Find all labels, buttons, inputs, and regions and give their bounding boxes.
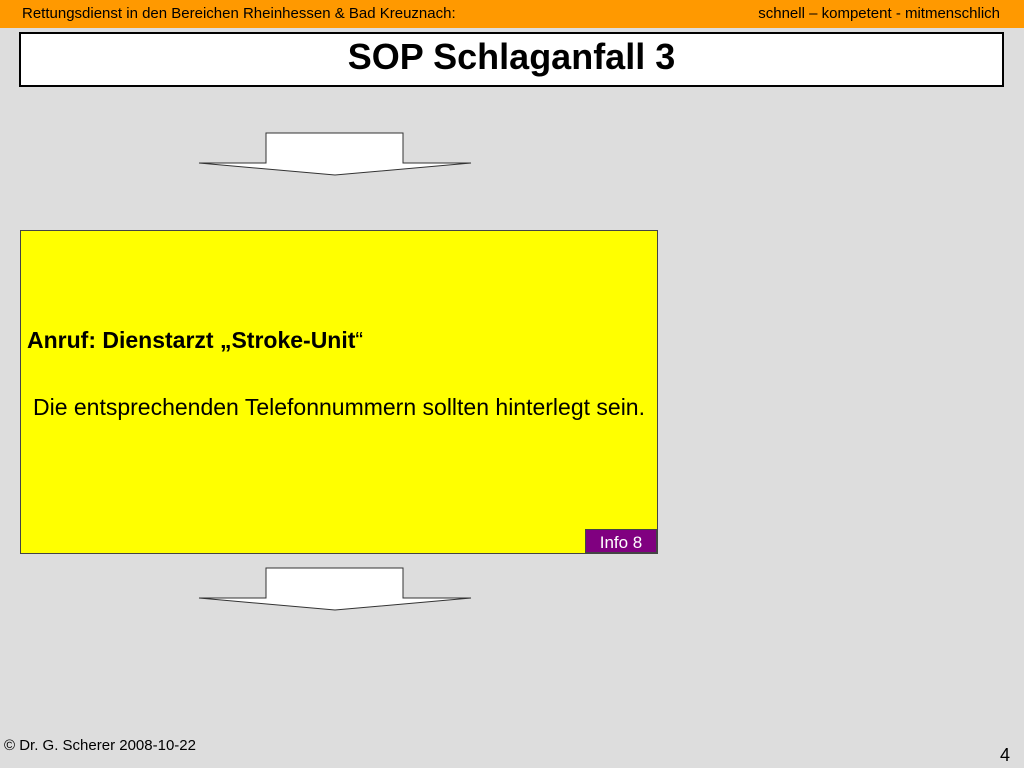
flow-arrow-down-icon	[198, 132, 472, 176]
step-heading-quote: “	[355, 327, 364, 353]
step-heading-text: Anruf: Dienstarzt „Stroke-Unit	[27, 327, 356, 353]
header-organization: Rettungsdienst in den Bereichen Rheinhes…	[22, 5, 456, 22]
info-link-button[interactable]: Info 8	[585, 529, 657, 553]
page-number: 4	[999, 745, 1010, 765]
slide: Rettungsdienst in den Bereichen Rheinhes…	[0, 0, 1024, 768]
flow-arrow-down-icon	[198, 567, 472, 611]
slide-title: SOP Schlaganfall 3	[347, 36, 676, 77]
step-heading: Anruf: Dienstarzt „Stroke-Unit“	[27, 327, 363, 354]
title-box: SOP Schlaganfall 3	[19, 32, 1004, 87]
footer-copyright: © Dr. G. Scherer 2008-10-22	[4, 737, 196, 754]
sop-step-box: Anruf: Dienstarzt „Stroke-Unit“ Die ents…	[20, 230, 658, 554]
step-description: Die entsprechenden Telefonnummern sollte…	[32, 394, 645, 420]
header-slogan: schnell – kompetent - mitmenschlich	[758, 5, 1000, 22]
header-bar: Rettungsdienst in den Bereichen Rheinhes…	[0, 0, 1024, 28]
